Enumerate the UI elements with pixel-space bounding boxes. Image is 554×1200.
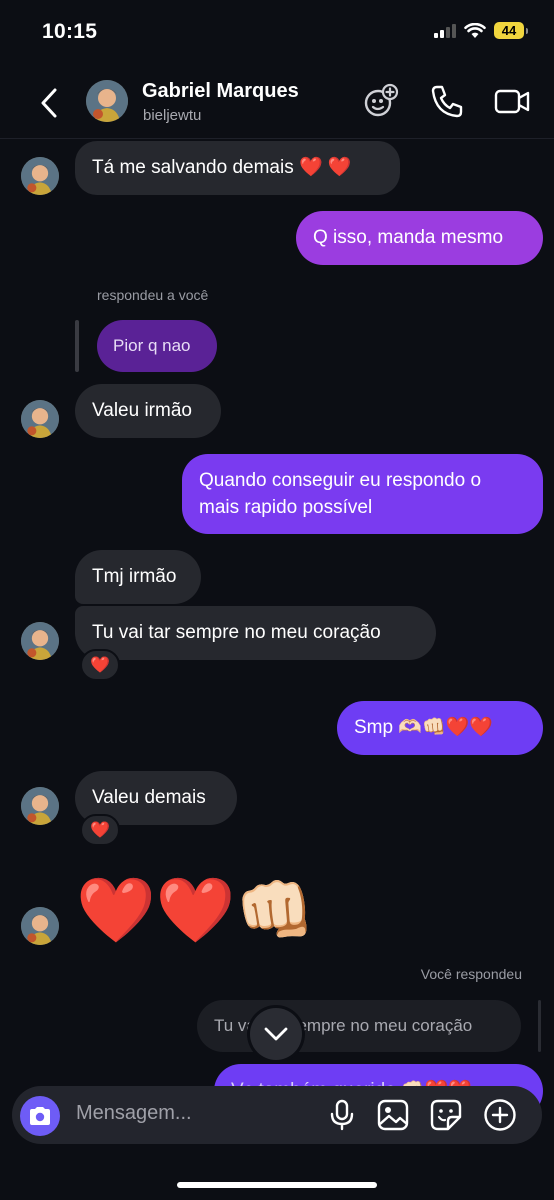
message-incoming[interactable]: Tu vai tar sempre no meu coração (75, 606, 436, 660)
sender-avatar[interactable] (21, 622, 59, 660)
sticker-icon (430, 1099, 462, 1131)
contact-avatar[interactable] (86, 80, 128, 122)
home-indicator (177, 1182, 377, 1188)
scroll-to-bottom-button[interactable] (250, 1008, 302, 1060)
message-line: mais rapido possível (199, 497, 373, 518)
message-input[interactable]: Mensagem... (76, 1102, 192, 1125)
image-icon (377, 1099, 409, 1131)
message-outgoing[interactable]: Quando conseguir eu respondo o mais rapi… (182, 454, 543, 534)
reply-bar (75, 320, 79, 372)
contact-username[interactable]: bieljewtu (143, 107, 201, 124)
signal-icon (434, 23, 456, 38)
sender-avatar[interactable] (21, 787, 59, 825)
battery-level: 44 (494, 22, 524, 39)
camera-button[interactable] (20, 1096, 60, 1136)
chevron-down-icon (264, 1027, 288, 1041)
emoji-message[interactable]: ❤️❤️👊🏻 (76, 872, 315, 948)
reply-label: respondeu a você (97, 287, 209, 303)
heart-reaction[interactable]: ❤️ (80, 814, 120, 846)
sender-avatar[interactable] (21, 157, 59, 195)
status-time: 10:15 (42, 20, 98, 43)
phone-call-icon[interactable] (428, 82, 466, 120)
quoted-message[interactable]: Tu vai tar sempre no meu coração (197, 1000, 521, 1052)
sender-avatar[interactable] (21, 400, 59, 438)
add-button[interactable] (481, 1096, 519, 1134)
plus-circle-icon (484, 1099, 516, 1131)
video-call-icon[interactable] (493, 82, 531, 120)
gallery-button[interactable] (374, 1096, 412, 1134)
sticker-button[interactable] (427, 1096, 465, 1134)
header-divider (0, 138, 554, 139)
reply-bar (538, 1000, 541, 1052)
camera-icon (30, 1107, 50, 1125)
you-replied-label: Você respondeu (420, 966, 522, 982)
activity-icon[interactable] (362, 82, 400, 120)
message-incoming[interactable]: Tmj irmão (75, 550, 201, 604)
quoted-message[interactable]: Pior q nao (97, 320, 217, 372)
wifi-icon (464, 22, 486, 38)
back-arrow-icon[interactable] (36, 86, 64, 120)
status-icons: 44 (434, 22, 528, 39)
battery-icon: 44 (494, 22, 528, 39)
message-incoming[interactable]: Valeu irmão (75, 384, 221, 438)
microphone-icon (330, 1099, 354, 1131)
message-outgoing[interactable]: Smp 🫶🏻👊🏻❤️❤️ (337, 701, 543, 755)
heart-reaction[interactable]: ❤️ (80, 649, 120, 681)
contact-name[interactable]: Gabriel Marques (142, 80, 299, 103)
message-incoming[interactable]: Tá me salvando demais ❤️ ❤️ (75, 141, 400, 195)
sender-avatar[interactable] (21, 907, 59, 945)
message-line: Quando conseguir eu respondo o (199, 470, 482, 491)
microphone-button[interactable] (323, 1096, 361, 1134)
message-outgoing[interactable]: Q isso, manda mesmo (296, 211, 543, 265)
